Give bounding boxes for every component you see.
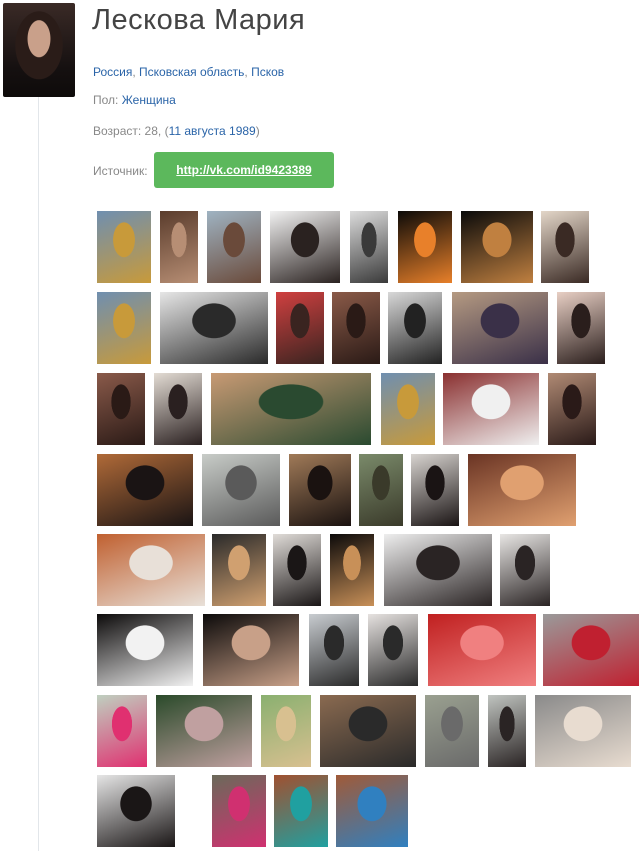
gallery-photo-thumbnail[interactable] <box>336 775 408 847</box>
gallery-photo-thumbnail[interactable] <box>452 292 548 364</box>
gallery-photo-thumbnail[interactable] <box>381 373 435 445</box>
gallery-photo-thumbnail[interactable] <box>368 614 418 686</box>
gallery-photo-thumbnail[interactable] <box>384 534 492 606</box>
gallery-photo-thumbnail[interactable] <box>548 373 596 445</box>
gallery-photo-thumbnail[interactable] <box>276 292 324 364</box>
gallery-photo-thumbnail[interactable] <box>274 775 328 847</box>
gallery-photo-thumbnail[interactable] <box>97 292 151 364</box>
gallery-photo-thumbnail[interactable] <box>156 695 252 767</box>
gallery-photo-thumbnail[interactable] <box>207 211 261 283</box>
gallery-photo-thumbnail[interactable] <box>97 211 151 283</box>
gallery-photo-thumbnail[interactable] <box>320 695 416 767</box>
gallery-photo-thumbnail[interactable] <box>468 454 576 526</box>
gallery-photo-thumbnail[interactable] <box>411 454 459 526</box>
gallery-photo-thumbnail[interactable] <box>425 695 479 767</box>
gallery-photo-thumbnail[interactable] <box>270 211 340 283</box>
gallery-photo-thumbnail[interactable] <box>398 211 452 283</box>
gallery-photo-thumbnail[interactable] <box>211 373 371 445</box>
gallery-photo-thumbnail[interactable] <box>541 211 589 283</box>
gallery-photo-thumbnail[interactable] <box>500 534 550 606</box>
gallery-photo-thumbnail[interactable] <box>359 454 403 526</box>
gallery-photo-thumbnail[interactable] <box>332 292 380 364</box>
gallery-photo-thumbnail[interactable] <box>203 614 299 686</box>
gallery-photo-thumbnail[interactable] <box>97 454 193 526</box>
gallery-photo-thumbnail[interactable] <box>461 211 533 283</box>
gallery-photo-thumbnail[interactable] <box>212 534 266 606</box>
gallery-photo-thumbnail[interactable] <box>350 211 388 283</box>
gallery-photo-thumbnail[interactable] <box>388 292 442 364</box>
gallery-photo-thumbnail[interactable] <box>273 534 321 606</box>
gallery-photo-thumbnail[interactable] <box>97 614 193 686</box>
gallery-photo-thumbnail[interactable] <box>97 373 145 445</box>
gallery-photo-thumbnail[interactable] <box>160 292 268 364</box>
gallery-photo-thumbnail[interactable] <box>557 292 605 364</box>
gallery-photo-thumbnail[interactable] <box>261 695 311 767</box>
gallery-photo-thumbnail[interactable] <box>443 373 539 445</box>
gallery-photo-thumbnail[interactable] <box>535 695 631 767</box>
gallery-photo-thumbnail[interactable] <box>330 534 374 606</box>
gallery-photo-thumbnail[interactable] <box>212 775 266 847</box>
gallery-photo-thumbnail[interactable] <box>154 373 202 445</box>
gallery-photo-thumbnail[interactable] <box>289 454 351 526</box>
gallery-photo-thumbnail[interactable] <box>160 211 198 283</box>
gallery-photo-thumbnail[interactable] <box>97 534 205 606</box>
gallery-photo-thumbnail[interactable] <box>309 614 359 686</box>
gallery-photo-thumbnail[interactable] <box>543 614 639 686</box>
photo-gallery <box>0 0 642 851</box>
gallery-photo-thumbnail[interactable] <box>97 695 147 767</box>
gallery-photo-thumbnail[interactable] <box>488 695 526 767</box>
gallery-photo-thumbnail[interactable] <box>202 454 280 526</box>
gallery-photo-thumbnail[interactable] <box>97 775 175 847</box>
gallery-photo-thumbnail[interactable] <box>428 614 536 686</box>
